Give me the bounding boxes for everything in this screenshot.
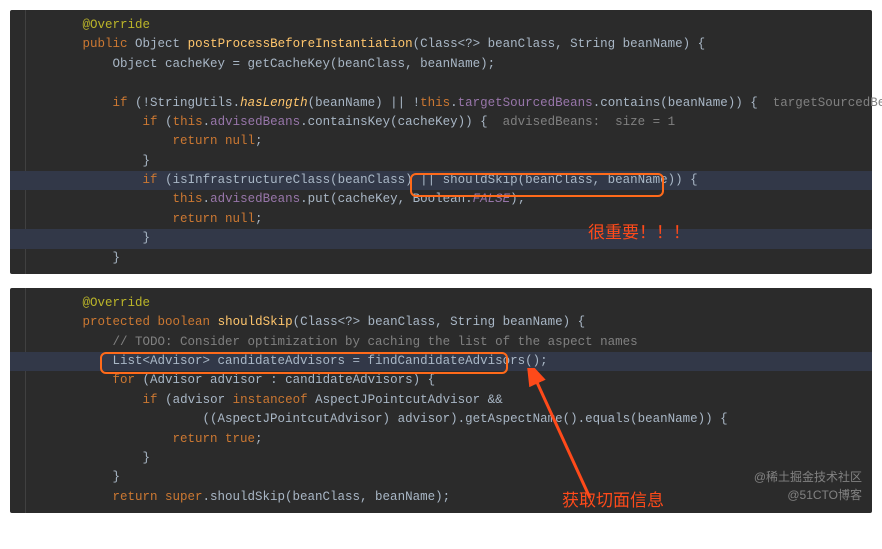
code-line	[10, 74, 872, 93]
code-line: Object cacheKey = getCacheKey(beanClass,…	[10, 55, 872, 74]
code-line: if (!StringUtils.hasLength(beanName) || …	[10, 94, 872, 113]
code-line: if (this.advisedBeans.containsKey(cacheK…	[10, 113, 872, 132]
code-line: return null;	[10, 132, 872, 151]
annotation: @Override	[83, 18, 151, 32]
code-line-highlighted: List<Advisor> candidateAdvisors = findCa…	[10, 352, 872, 371]
code-line: }	[10, 468, 872, 487]
code-line: if (advisor instanceof AspectJPointcutAd…	[10, 391, 872, 410]
code-line-highlighted: if (isInfrastructureClass(beanClass) || …	[10, 171, 872, 190]
code-line: return super.shouldSkip(beanClass, beanN…	[10, 488, 872, 507]
code-line: @Override	[10, 16, 872, 35]
code-line: return null;	[10, 210, 872, 229]
code-line: for (Advisor advisor : candidateAdvisors…	[10, 371, 872, 390]
code-line: ((AspectJPointcutAdvisor) advisor).getAs…	[10, 410, 872, 429]
code-line: return true;	[10, 430, 872, 449]
code-line: protected boolean shouldSkip(Class<?> be…	[10, 313, 872, 332]
code-line: @Override	[10, 294, 872, 313]
code-line: }	[10, 152, 872, 171]
code-line-highlighted: }	[10, 229, 872, 248]
code-line: }	[10, 449, 872, 468]
code-panel-1: @Override public Object postProcessBefor…	[10, 10, 872, 274]
code-line: }	[10, 249, 872, 268]
code-line: public Object postProcessBeforeInstantia…	[10, 35, 872, 54]
code-line: this.advisedBeans.put(cacheKey, Boolean.…	[10, 190, 872, 209]
code-panel-2: @Override protected boolean shouldSkip(C…	[10, 288, 872, 513]
code-line: // TODO: Consider optimization by cachin…	[10, 333, 872, 352]
